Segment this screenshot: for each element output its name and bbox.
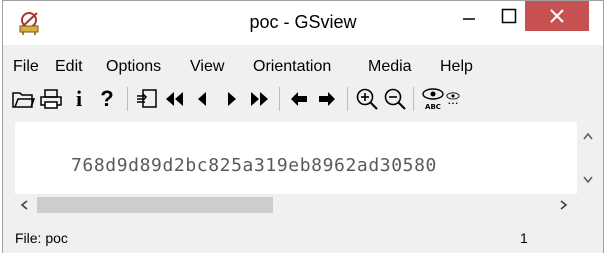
menu-media[interactable]: Media [368,58,412,76]
next-page-button[interactable] [217,84,245,114]
minimize-button[interactable] [449,1,489,31]
menu-view[interactable]: View [190,58,224,76]
maximize-icon [501,8,517,24]
eye-abc-icon: ABC [422,88,444,111]
maximize-button[interactable] [489,1,529,31]
toolbar-separator [347,87,348,111]
zoom-out-button[interactable] [381,84,409,114]
minimize-icon [463,18,475,20]
open-folder-icon [12,92,35,108]
goto-page-button[interactable] [133,84,161,114]
forward-button[interactable] [313,84,341,114]
close-icon [550,9,564,23]
first-page-button[interactable] [161,84,189,114]
vertical-scrollbar[interactable] [577,122,599,194]
status-bar: File: poc 1 [3,223,603,253]
double-right-arrow-icon [251,92,268,106]
close-button[interactable] [525,1,589,31]
zoom-in-button[interactable] [353,84,381,114]
toolbar-separator [279,87,280,111]
back-button[interactable] [285,84,313,114]
menu-orientation[interactable]: Orientation [253,58,331,76]
double-left-arrow-icon [166,92,183,106]
menu-options[interactable]: Options [106,58,161,76]
help-button[interactable]: ? [93,84,121,114]
info-button[interactable]: i [65,84,93,114]
menu-bar: File Edit Options View Orientation Media… [3,53,603,81]
zoom-out-icon [384,88,406,110]
print-button[interactable] [37,84,65,114]
goto-page-icon [137,89,157,108]
status-file: File: poc [15,230,68,246]
find-text-button[interactable]: ABC [419,84,447,114]
scroll-down-icon[interactable] [583,176,593,184]
printer-icon [40,89,62,109]
zoom-in-icon [356,88,378,110]
right-arrow-icon [319,92,335,106]
eye-dots-icon [446,92,460,105]
toolbar-separator [413,87,414,111]
scroll-up-icon[interactable] [583,132,593,140]
last-page-button[interactable] [245,84,273,114]
menu-file[interactable]: File [13,58,39,76]
left-triangle-icon [198,92,206,106]
status-page-number: 1 [520,230,528,246]
find-next-button[interactable] [445,84,461,114]
scroll-right-icon[interactable] [553,194,573,216]
right-triangle-icon [228,92,236,106]
open-button[interactable] [9,84,37,114]
svg-text:ABC: ABC [425,103,441,111]
horizontal-scrollbar[interactable] [15,194,599,216]
menu-help[interactable]: Help [440,58,473,76]
previous-page-button[interactable] [189,84,217,114]
toolbar-separator [127,87,128,111]
document-text: 768d9d89d2bc825a319eb8962ad30580 [71,155,437,176]
menu-edit[interactable]: Edit [55,58,83,76]
horizontal-scroll-thumb[interactable] [37,197,273,213]
toolbar: i ? ABC [3,81,603,117]
title-bar[interactable]: poc - GSview [3,1,603,45]
left-arrow-icon [291,92,307,106]
scroll-left-icon[interactable] [15,194,35,216]
gsview-window: poc - GSview File Edit Options View Orie… [2,0,604,253]
document-view[interactable]: 768d9d89d2bc825a319eb8962ad30580 [15,122,585,194]
